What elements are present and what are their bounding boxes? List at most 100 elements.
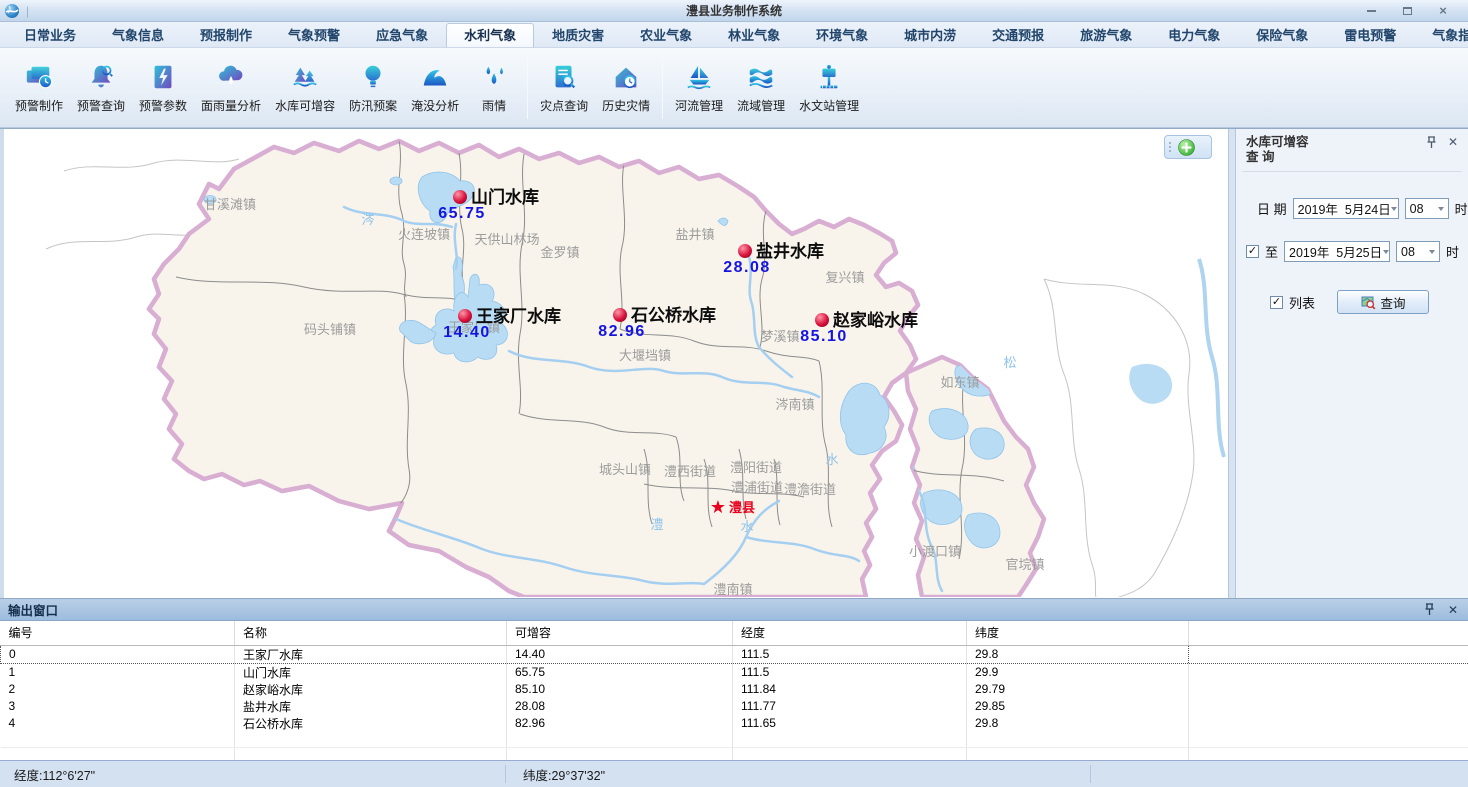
map-panel[interactable]: 涔松水水澧 甘溪滩镇火连坡镇天供山林场金罗镇盐井镇复兴镇码头铺镇王家厂镇大堰垱镇… [4,129,1228,598]
reservoir-name-label: 赵家峪水库 [832,310,918,330]
vertical-splitter[interactable] [1228,129,1236,598]
toolbar-bulb-button[interactable]: 防汛预案 [342,57,404,118]
column-header[interactable]: 名称 [235,621,507,645]
menu-tab-6[interactable]: 水利气象 [446,23,534,47]
menu-tab-5[interactable]: 应急气象 [358,23,446,47]
toolbar-doc-lightning-button[interactable]: 预警参数 [132,57,194,118]
menu-tab-10[interactable]: 环境气象 [798,23,886,47]
toolbar-label: 面雨量分析 [201,97,261,114]
table-row[interactable]: 4石公桥水库82.96111.6529.8 [1,715,1468,732]
table-cell-empty [1,732,235,748]
toolbar-house-clock-button[interactable]: 历史灾情 [595,57,657,118]
toolbar-label: 防汛预案 [349,97,397,114]
table-cell: 王家厂水库 [235,645,507,663]
minimize-button[interactable] [1360,3,1382,19]
river-name-label: 水 [740,519,753,534]
drag-grip-icon[interactable] [1169,142,1171,152]
toolbar-drops-button[interactable]: 雨情 [466,57,522,118]
table-cell-empty [1189,732,1468,748]
toolbar-bell-search-button[interactable]: 预警查询 [70,57,132,118]
town-label: 澧澹街道 [784,482,836,497]
table-row[interactable]: 2赵家峪水库85.10111.8429.79 [1,681,1468,698]
toolbar-separator [527,56,528,119]
town-label: 澧南镇 [713,582,752,597]
menu-tab-9[interactable]: 林业气象 [710,23,798,47]
toolbar-alert-docs-button[interactable]: 预警制作 [8,57,70,118]
toolbar-label: 水库可增容 [275,97,335,114]
table-row[interactable]: 1山门水库65.75111.529.9 [1,663,1468,681]
pin-icon[interactable] [1422,603,1436,617]
toolbar-cloud-drop-button[interactable]: 面雨量分析 [194,57,268,118]
toolbar-sailboat-button[interactable]: 河流管理 [668,57,730,118]
column-header[interactable]: 纬度 [967,621,1189,645]
menu-tab-17[interactable]: 气象指数 [1414,23,1468,47]
menu-tab-3[interactable]: 预报制作 [182,23,270,47]
reservoir-dot-icon[interactable] [613,308,627,322]
status-latitude: 纬度:29°37'32" [523,765,605,784]
result-table: 编号名称可增容经度纬度0王家厂水库14.40111.529.81山门水库65.7… [0,621,1468,764]
menu-tab-2[interactable]: 气象信息 [94,23,182,47]
table-cell: 111.5 [733,645,967,663]
town-label: 码头铺镇 [304,322,356,337]
hour-to-select[interactable]: 08 [1396,241,1440,262]
list-label: 列表 [1289,293,1315,312]
pin-icon[interactable] [1424,135,1438,149]
reservoir-name-label: 山门水库 [471,187,539,207]
town-label: 澧西街道 [664,464,716,479]
menu-tab-8[interactable]: 农业气象 [622,23,710,47]
menu-tab-4[interactable]: 气象预警 [270,23,358,47]
column-header[interactable]: 可增容 [507,621,733,645]
table-row[interactable]: 3盐井水库28.08111.7729.85 [1,698,1468,715]
reservoir-dot-icon[interactable] [458,309,472,323]
close-button[interactable]: × [1432,3,1454,19]
menu-tab-7[interactable]: 地质灾害 [534,23,622,47]
list-checkbox[interactable]: ✓ [1270,296,1283,309]
toolbar-station-button[interactable]: 水文站管理 [792,57,866,118]
county-map[interactable]: 涔松水水澧 甘溪滩镇火连坡镇天供山林场金罗镇盐井镇复兴镇码头铺镇王家厂镇大堰垱镇… [4,129,1228,597]
table-cell: 29.85 [967,698,1189,715]
toolbar-label: 淹没分析 [411,97,459,114]
menu-tab-14[interactable]: 电力气象 [1150,23,1238,47]
hour-from-select[interactable]: 08 [1405,198,1449,219]
close-panel-icon[interactable]: ✕ [1446,603,1460,617]
query-button[interactable]: 查询 [1337,290,1429,314]
menu-tab-16[interactable]: 雷电预警 [1326,23,1414,47]
date-from-select[interactable]: 2019年 5月24日 [1293,198,1399,219]
column-header[interactable]: 经度 [733,621,967,645]
menu-tab-15[interactable]: 保险气象 [1238,23,1326,47]
close-panel-icon[interactable]: ✕ [1446,135,1460,149]
date-label: 日 期 [1257,199,1287,218]
toolbar-label: 预警参数 [139,97,187,114]
river-name-label: 水 [825,452,838,467]
east-water [1129,259,1224,457]
table-cell-empty [507,732,733,748]
toolbar-waves-button[interactable]: 流域管理 [730,57,792,118]
table-cell: 3 [1,698,235,715]
maximize-button[interactable] [1396,3,1418,19]
date-to-select[interactable]: 2019年 5月25日 [1284,241,1390,262]
toolbar-reservoir-trees-button[interactable]: 水库可增容 [268,57,342,118]
toolbar-label: 雨情 [482,97,506,114]
toolbar-doc-search-button[interactable]: 灾点查询 [533,57,595,118]
window-title: 澧县业务制作系统 [0,2,1468,19]
menu-tab-bar: 日常业务气象信息预报制作气象预警应急气象水利气象地质灾害农业气象林业气象环境气象… [0,22,1468,48]
reservoir-dot-icon[interactable] [453,190,467,204]
reservoir-dot-icon[interactable] [738,244,752,258]
zoom-in-button[interactable] [1178,139,1195,156]
to-date-checkbox[interactable]: ✓ [1246,245,1259,258]
menu-tab-12[interactable]: 交通预报 [974,23,1062,47]
menu-tab-13[interactable]: 旅游气象 [1062,23,1150,47]
bell-search-icon [85,61,117,93]
table-cell: 111.84 [733,681,967,698]
table-cell: 111.65 [733,715,967,732]
table-row[interactable]: 0王家厂水库14.40111.529.8 [1,645,1468,663]
menu-tab-11[interactable]: 城市内涝 [886,23,974,47]
table-cell: 2 [1,681,235,698]
map-floating-toolbar [1164,135,1212,159]
column-header[interactable]: 编号 [1,621,235,645]
status-divider [505,765,506,783]
doc-search-icon [548,61,580,93]
menu-tab-1[interactable]: 日常业务 [6,23,94,47]
toolbar-wave-button[interactable]: 淹没分析 [404,57,466,118]
reservoir-dot-icon[interactable] [815,313,829,327]
